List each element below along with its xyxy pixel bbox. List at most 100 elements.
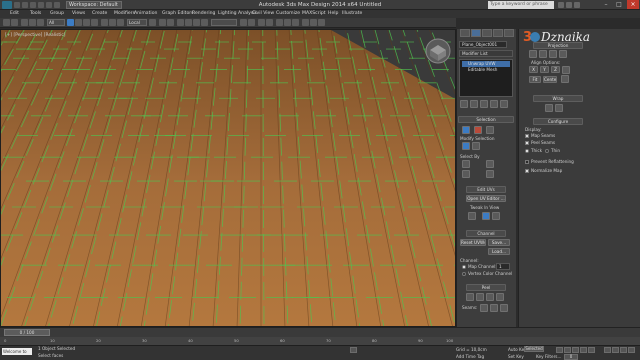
spherical-map-icon[interactable]	[549, 50, 557, 58]
menu-customize[interactable]: Customize	[276, 10, 300, 18]
help-icon[interactable]	[574, 2, 580, 8]
selection-rollout-header[interactable]: Selection	[458, 116, 514, 123]
menu-edit[interactable]: Edit	[10, 10, 19, 18]
menu-graph-editors[interactable]: Graph Editors	[162, 10, 194, 18]
align-z-button[interactable]: Z	[551, 66, 560, 73]
undo-icon[interactable]	[3, 19, 10, 26]
rectangular-selection-icon[interactable]	[83, 19, 90, 26]
viewcube-icon[interactable]	[425, 38, 451, 64]
map-seams-checkbox[interactable]	[525, 134, 529, 138]
schematic-view-icon[interactable]	[284, 19, 291, 26]
projection-rollout-header[interactable]: Projection	[533, 42, 583, 49]
percent-snap-icon[interactable]	[193, 19, 200, 26]
align-icon[interactable]	[248, 19, 255, 26]
make-unique-icon[interactable]	[480, 100, 488, 108]
binoculars-icon[interactable]	[558, 2, 564, 8]
align-x-button[interactable]: X	[529, 66, 538, 73]
angle-snap-icon[interactable]	[185, 19, 192, 26]
select-by-element-icon[interactable]	[462, 160, 470, 168]
auto-key-dropdown[interactable]: Selected	[524, 346, 544, 352]
menu-create[interactable]: Create	[92, 10, 107, 18]
menu-animation[interactable]: Animation	[134, 10, 157, 18]
object-name-field[interactable]: Plane_Object001	[459, 41, 507, 48]
go-to-start-icon[interactable]	[556, 347, 563, 353]
go-to-end-icon[interactable]	[588, 347, 595, 353]
vertex-color-channel-radio[interactable]	[462, 272, 466, 276]
spinner-snap-icon[interactable]	[201, 19, 208, 26]
tweak-uvs-icon[interactable]	[492, 212, 500, 220]
close-button[interactable]: ×	[627, 0, 639, 9]
pivot-center-icon[interactable]	[149, 19, 156, 26]
menu-rendering[interactable]: Rendering	[192, 10, 215, 18]
menu-civil-view[interactable]: Civil View	[252, 10, 274, 18]
rendered-frame-window-icon[interactable]	[310, 19, 317, 26]
pan-view-icon[interactable]	[620, 347, 627, 353]
unfold-strip-icon[interactable]	[555, 104, 563, 112]
redo-icon[interactable]	[11, 19, 18, 26]
ignore-backfacing-icon[interactable]	[462, 170, 470, 178]
zoom-icon[interactable]	[604, 347, 611, 353]
rotate-icon[interactable]	[109, 19, 116, 26]
layer-manager-icon[interactable]	[258, 19, 265, 26]
grow-selection-icon[interactable]	[462, 142, 470, 150]
channel-rollout-header[interactable]: Channel	[466, 230, 506, 237]
render-setup-icon[interactable]	[302, 19, 309, 26]
edge-selection-icon[interactable]	[474, 126, 482, 134]
map-channel-radio[interactable]	[462, 265, 466, 269]
configure-sets-icon[interactable]	[500, 100, 508, 108]
select-by-smoothing-icon[interactable]	[486, 170, 494, 178]
window-crossing-icon[interactable]	[91, 19, 98, 26]
orbit-icon[interactable]	[628, 347, 635, 353]
snap-toggle-icon[interactable]	[177, 19, 184, 26]
load-uvws-button[interactable]: Load...	[488, 248, 510, 255]
fit-button[interactable]: Fit	[529, 76, 541, 83]
viewport-label[interactable]: [+] [Perspective] [Realistic]	[5, 33, 66, 38]
trash-icon[interactable]	[490, 100, 498, 108]
pelt-map-icon[interactable]	[476, 293, 484, 301]
reset-gizmo-icon[interactable]	[561, 75, 569, 83]
key-filters-button[interactable]: Key Filters...	[536, 354, 561, 359]
reset-uvws-button[interactable]: Reset UVWs	[460, 239, 486, 246]
open-uv-editor-button[interactable]: Open UV Editor ...	[466, 195, 506, 202]
select-object-icon[interactable]	[67, 19, 74, 26]
menu-illustrate[interactable]: Illustrate	[342, 10, 362, 18]
graphite-ribbon-icon[interactable]	[266, 19, 273, 26]
wood-floor-plane[interactable]	[1, 30, 456, 327]
menu-tools[interactable]: Tools	[30, 10, 41, 18]
peel-mode-icon[interactable]	[486, 293, 494, 301]
quick-planar-icon[interactable]	[468, 212, 476, 220]
display-tab-icon[interactable]	[504, 29, 514, 37]
selection-filter-dropdown[interactable]: All	[47, 19, 65, 26]
star-icon[interactable]	[566, 2, 572, 8]
bind-space-warp-icon[interactable]	[37, 19, 44, 26]
quick-map-gizmo-icon[interactable]	[482, 212, 490, 220]
lock-icon[interactable]	[350, 347, 357, 353]
show-end-result-icon[interactable]	[470, 100, 478, 108]
modify-tab-icon[interactable]	[471, 29, 481, 37]
keyboard-shortcut-icon[interactable]	[167, 19, 174, 26]
planar-map-icon[interactable]	[529, 50, 537, 58]
maximize-button[interactable]: □	[613, 0, 625, 9]
menu-maxscript[interactable]: MAXScript	[302, 10, 326, 18]
unlink-icon[interactable]	[29, 19, 36, 26]
modifier-list-dropdown[interactable]: Modifier List	[459, 50, 513, 57]
named-selection-sets-dropdown[interactable]	[211, 19, 237, 26]
thin-radio[interactable]	[545, 149, 549, 153]
hierarchy-tab-icon[interactable]	[482, 29, 492, 37]
cylindrical-map-icon[interactable]	[539, 50, 547, 58]
add-time-tag[interactable]: Add Time Tag	[456, 354, 484, 359]
menu-group[interactable]: Group	[50, 10, 64, 18]
stack-item-editable-mesh[interactable]: Editable Mesh	[462, 67, 510, 73]
quick-peel-icon[interactable]	[466, 293, 474, 301]
pin-icon[interactable]	[460, 100, 468, 108]
configure-rollout-header[interactable]: Configure	[533, 118, 583, 125]
current-frame-field[interactable]: 0	[564, 354, 578, 360]
maxscript-listener[interactable]: Welcome to	[2, 348, 32, 355]
save-uvws-button[interactable]: Save...	[488, 239, 510, 246]
minimize-button[interactable]: –	[600, 0, 612, 9]
tweak-in-view-label[interactable]: Tweak In View	[470, 205, 499, 210]
material-editor-icon[interactable]	[292, 19, 299, 26]
spline-mapping-icon[interactable]	[545, 104, 553, 112]
track-bar[interactable]: 0 10 20 30 40 50 60 70 80 90 100	[0, 337, 640, 345]
time-slider[interactable]: 0 / 100	[4, 329, 50, 336]
